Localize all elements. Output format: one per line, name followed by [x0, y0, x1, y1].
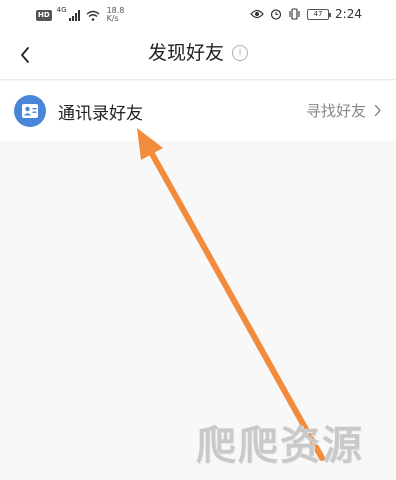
watermark-text: 爬爬资源 — [196, 422, 364, 469]
watermark: 爬爬资源 — [196, 412, 392, 472]
annotation-arrow — [137, 128, 325, 461]
